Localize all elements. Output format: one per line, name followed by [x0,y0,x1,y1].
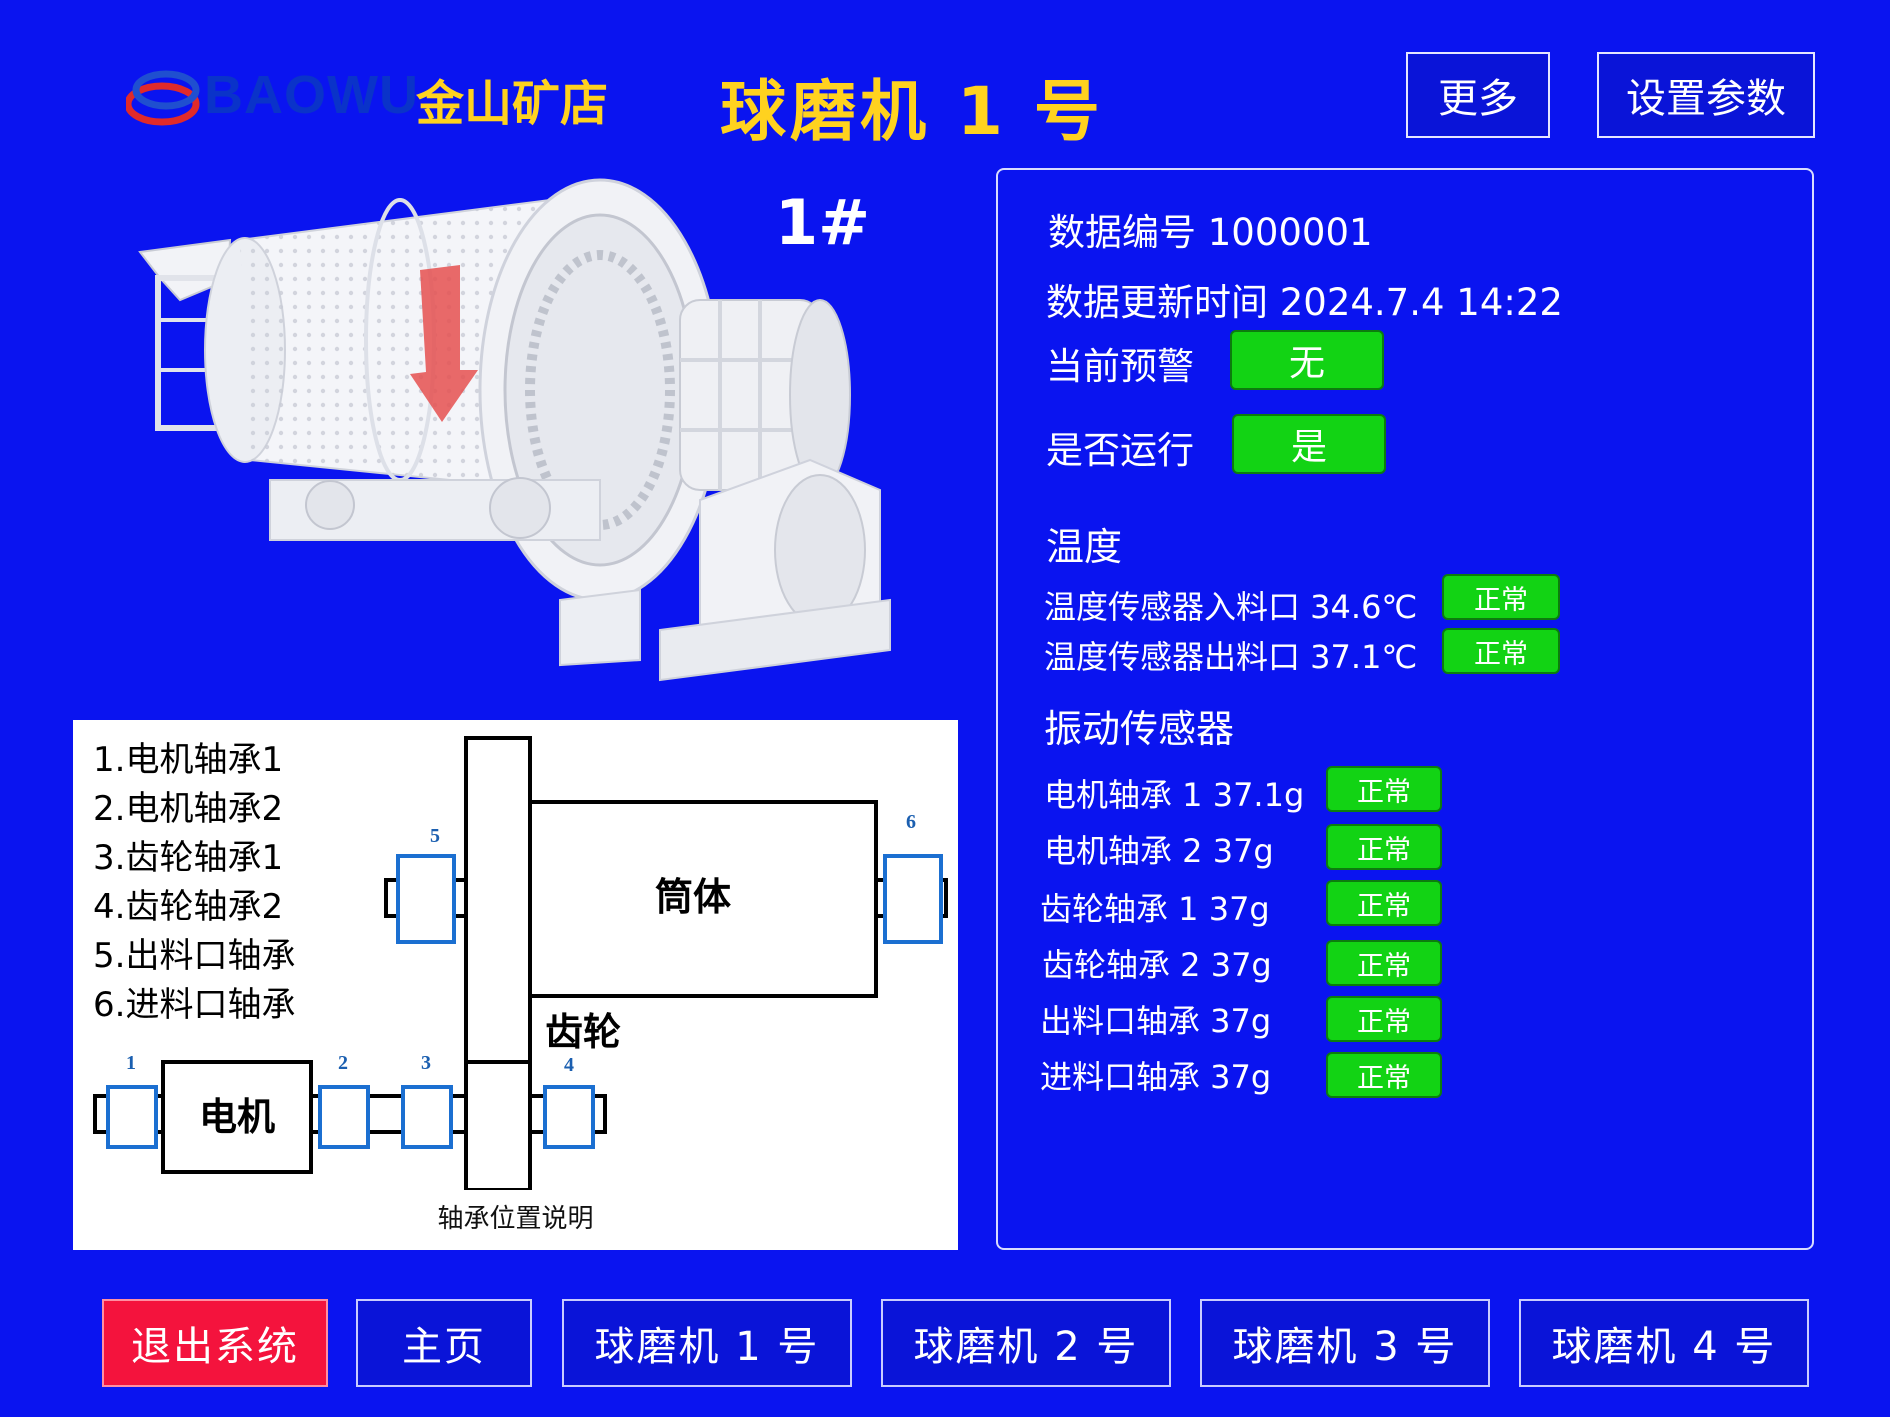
bearing-4 [543,1085,595,1149]
vibration-reading: 电机轴承 2 37g [1044,832,1274,870]
vibration-status-badge: 正常 [1326,940,1442,986]
vibration-status-badge: 正常 [1326,996,1442,1042]
bearing-3 [401,1085,453,1149]
bearing-number: 6 [906,811,916,833]
nav-mill-3-button[interactable]: 球磨机 3 号 [1200,1299,1490,1387]
data-id: 数据编号 1000001 [1048,211,1373,254]
vibration-status-badge: 正常 [1326,824,1442,870]
exit-system-button[interactable]: 退出系统 [102,1299,328,1387]
vibration-status-badge: 正常 [1326,880,1442,926]
brand-name: BAOWU [204,65,419,125]
vibration-reading: 电机轴承 1 37.1g [1044,776,1305,814]
vibration-section-title: 振动传感器 [1044,707,1235,751]
nav-mill-2-button[interactable]: 球磨机 2 号 [881,1299,1171,1387]
vibration-status-badge: 正常 [1326,766,1442,812]
bearing-number: 1 [126,1052,136,1074]
motor-label: 电机 [199,1095,275,1139]
bearing-number: 2 [338,1052,348,1074]
brand-name-cn: 金山矿店 [416,76,609,132]
warning-status-badge: 无 [1230,330,1384,390]
status-panel: 数据编号 1000001 数据更新时间 2024.7.4 14:22 当前预警 … [996,168,1814,1250]
drum-label: 筒体 [655,875,731,919]
bearing-2 [318,1085,370,1149]
more-button[interactable]: 更多 [1406,52,1550,138]
bearing-schematic: 筒体 齿轮 电机 1 2 3 4 5 6 [93,736,948,1190]
temperature-status-badge: 正常 [1442,628,1560,674]
temperature-section-title: 温度 [1046,525,1123,569]
warning-label: 当前预警 [1046,345,1194,388]
vibration-status-badge: 正常 [1326,1052,1442,1098]
gear-label: 齿轮 [545,1010,621,1054]
nav-mill-1-button[interactable]: 球磨机 1 号 [562,1299,852,1387]
vibration-reading: 出料口轴承 37g [1040,1002,1272,1040]
temperature-reading: 温度传感器出料口 37.1℃ [1044,638,1418,676]
temperature-reading: 温度传感器入料口 34.6℃ [1044,588,1418,626]
bearing-number: 3 [421,1052,431,1074]
settings-button[interactable]: 设置参数 [1597,52,1815,138]
vibration-reading: 齿轮轴承 2 37g [1042,946,1272,984]
nav-mill-4-button[interactable]: 球磨机 4 号 [1519,1299,1809,1387]
vibration-reading: 进料口轴承 37g [1040,1058,1272,1096]
vibration-reading: 齿轮轴承 1 37g [1040,890,1270,928]
bearing-position-diagram: 1.电机轴承1 2.电机轴承2 3.齿轮轴承1 4.齿轮轴承2 5.出料口轴承 … [73,720,958,1250]
baowu-logo-icon [126,70,200,126]
running-label: 是否运行 [1046,429,1194,472]
bearing-number: 4 [564,1054,574,1076]
unit-label: 1# [775,186,871,259]
page-title: 球磨机 1 号 [720,73,1104,150]
bearing-6 [883,854,943,944]
diagram-caption: 轴承位置说明 [437,1204,594,1234]
update-time: 数据更新时间 2024.7.4 14:22 [1046,281,1563,324]
running-status-badge: 是 [1232,414,1386,474]
home-button[interactable]: 主页 [356,1299,532,1387]
bearing-1 [106,1085,158,1149]
bearing-5 [396,854,456,944]
company-logo: BAOWU 金山矿店 [126,60,626,132]
temperature-status-badge: 正常 [1442,574,1560,620]
bearing-number: 5 [430,825,440,847]
